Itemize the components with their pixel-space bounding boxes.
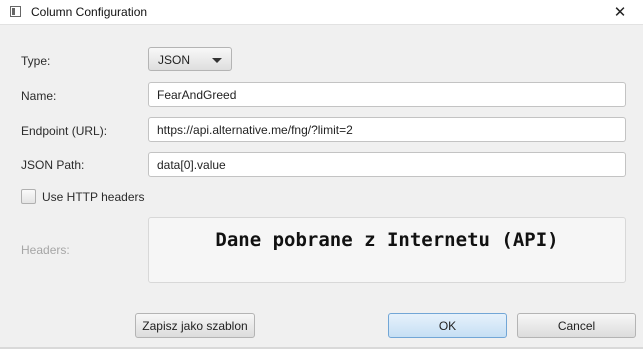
save-template-button[interactable]: Zapisz jako szablon [135, 313, 255, 338]
use-http-headers-checkbox[interactable] [21, 189, 36, 204]
headers-banner-text: Dane pobrane z Internetu (API) [215, 229, 559, 251]
type-select[interactable]: JSON [148, 47, 232, 71]
cancel-button[interactable]: Cancel [517, 313, 636, 338]
headers-label: Headers: [21, 243, 70, 257]
window-app-icon [10, 6, 21, 17]
close-icon[interactable]: ✕ [597, 0, 643, 24]
json-path-label: JSON Path: [21, 158, 85, 172]
endpoint-label: Endpoint (URL): [21, 124, 108, 138]
ok-button[interactable]: OK [388, 313, 507, 338]
name-label: Name: [21, 89, 57, 103]
endpoint-url-field[interactable] [148, 117, 626, 142]
json-path-field[interactable] [148, 152, 626, 177]
window-title: Column Configuration [31, 5, 148, 19]
chevron-down-icon [212, 58, 222, 63]
type-label: Type: [21, 54, 51, 68]
type-select-value: JSON [158, 53, 191, 67]
use-http-headers-label[interactable]: Use HTTP headers [42, 190, 145, 204]
title-bar: Column Configuration ✕ [0, 0, 643, 25]
headers-textarea[interactable]: Dane pobrane z Internetu (API) [148, 217, 626, 283]
name-field[interactable] [148, 82, 626, 107]
